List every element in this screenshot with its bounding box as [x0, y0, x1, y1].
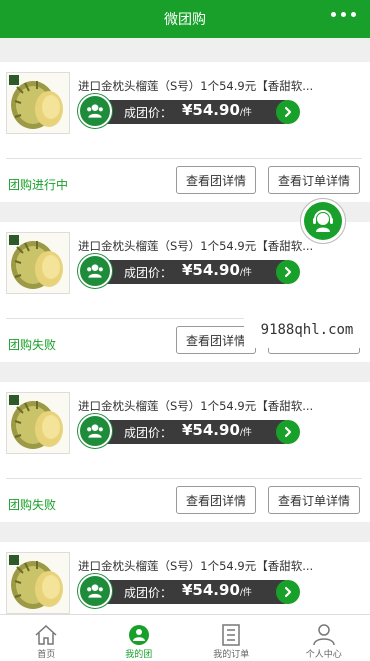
view-order-button[interactable]: 查看订单详情: [268, 486, 360, 514]
product-row[interactable]: 进口金枕头榴莲（S号）1个54.9元【香甜软... 成团价： ¥54.90/件: [6, 232, 370, 314]
price-label: 成团价：: [124, 264, 172, 281]
more-menu-icon[interactable]: [331, 12, 356, 17]
price-bar: 成团价： ¥54.90/件: [92, 580, 296, 604]
group-icon: [78, 574, 112, 608]
tab-profile[interactable]: 个人中心: [278, 615, 370, 661]
product-image: [6, 232, 70, 294]
price-bar: 成团价： ¥54.90/件: [92, 420, 296, 444]
group-icon: [78, 414, 112, 448]
price-label: 成团价：: [124, 424, 172, 441]
price-value: ¥54.90/件: [182, 581, 252, 599]
product-row[interactable]: 进口金枕头榴莲（S号）1个54.9元【香甜软... 成团价： ¥54.90/件: [6, 72, 370, 154]
price-value: ¥54.90/件: [182, 101, 252, 119]
group-icon: [126, 623, 152, 647]
price-bar: 成团价： ¥54.90/件: [92, 100, 296, 124]
customer-service-button[interactable]: [300, 198, 346, 244]
view-team-button[interactable]: 查看团详情: [176, 486, 256, 514]
status-text: 团购失败: [8, 496, 56, 513]
status-text: 团购进行中: [8, 176, 68, 193]
group-icon: [78, 94, 112, 128]
product-title: 进口金枕头榴莲（S号）1个54.9元【香甜软...: [78, 78, 363, 94]
divider: [6, 478, 362, 479]
tab-label: 个人中心: [306, 647, 342, 660]
product-image: [6, 552, 70, 614]
home-icon: [33, 623, 59, 647]
top-bar: 微团购: [0, 0, 370, 38]
price-bar: 成团价： ¥54.90/件: [92, 260, 296, 284]
group-card: 进口金枕头榴莲（S号）1个54.9元【香甜软... 成团价： ¥54.90/件: [0, 542, 370, 614]
bottom-tab-bar: 首页 我的团 我的订单 个人中心: [0, 614, 370, 661]
user-icon: [311, 623, 337, 647]
view-order-button[interactable]: 查看订单详情: [268, 166, 360, 194]
group-card: 进口金枕头榴莲（S号）1个54.9元【香甜软... 成团价： ¥54.90/件 …: [0, 382, 370, 522]
chevron-right-icon[interactable]: [276, 100, 300, 124]
headset-icon: [304, 202, 342, 240]
product-title: 进口金枕头榴莲（S号）1个54.9元【香甜软...: [78, 398, 363, 414]
watermark: 9188qhl.com: [244, 312, 370, 348]
tab-label: 我的订单: [213, 647, 249, 660]
tab-home[interactable]: 首页: [0, 615, 93, 661]
tab-my-orders[interactable]: 我的订单: [185, 615, 278, 661]
chevron-right-icon[interactable]: [276, 260, 300, 284]
divider: [6, 158, 362, 159]
status-text: 团购失败: [8, 336, 56, 353]
group-card: 进口金枕头榴莲（S号）1个54.9元【香甜软... 成团价： ¥54.90/件 …: [0, 62, 370, 202]
price-value: ¥54.90/件: [182, 421, 252, 439]
tab-my-groups[interactable]: 我的团: [93, 615, 186, 661]
product-row[interactable]: 进口金枕头榴莲（S号）1个54.9元【香甜软... 成团价： ¥54.90/件: [6, 392, 370, 474]
tab-label: 首页: [37, 647, 55, 660]
view-team-button[interactable]: 查看团详情: [176, 166, 256, 194]
product-title: 进口金枕头榴莲（S号）1个54.9元【香甜软...: [78, 558, 363, 574]
orders-icon: [218, 623, 244, 647]
page-title: 微团购: [164, 9, 206, 29]
product-image: [6, 392, 70, 454]
price-label: 成团价：: [124, 584, 172, 601]
chevron-right-icon[interactable]: [276, 420, 300, 444]
price-label: 成团价：: [124, 104, 172, 121]
group-icon: [78, 254, 112, 288]
price-value: ¥54.90/件: [182, 261, 252, 279]
product-image: [6, 72, 70, 134]
tab-label: 我的团: [125, 647, 152, 660]
chevron-right-icon[interactable]: [276, 580, 300, 604]
